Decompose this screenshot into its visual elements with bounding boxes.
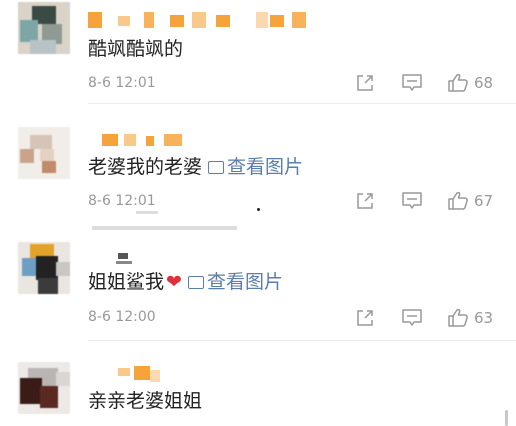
image-icon [208,161,225,174]
username-redacted[interactable] [88,132,318,148]
like-button[interactable]: 63 [447,307,493,329]
like-count: 67 [474,192,494,210]
avatar[interactable] [18,2,70,54]
view-image-label: 查看图片 [227,156,304,178]
view-image-label: 查看图片 [206,271,283,293]
action-bar: 67 [355,190,515,212]
repost-icon [357,310,373,326]
comment-button[interactable] [401,72,423,94]
scrollbar[interactable] [505,410,508,426]
timestamp-redaction [136,211,158,214]
comment-text: 酷飒酷飒的 [88,38,184,60]
repost-icon [357,193,373,209]
divider [88,103,516,104]
comment-text-content: 姐姐鲨我 [88,271,165,293]
comment-text: 老婆我的老婆 查看图片 [88,155,303,179]
comment-feed: 酷飒酷飒的 8-6 12:01 68 老婆我的老婆 查看图片 8-6 12:01… [0,0,516,426]
comment-icon [402,309,422,326]
divider [88,340,516,341]
action-bar: 63 [355,307,515,329]
repost-button[interactable] [355,307,375,329]
username-redacted[interactable] [88,12,318,28]
comment-button[interactable] [401,307,423,329]
timestamp: 8-6 12:01 [88,193,156,209]
comment-text-content: 老婆我的老婆 [88,156,203,178]
repost-button[interactable] [355,72,375,94]
comment-text: 亲亲老婆姐姐 [88,390,203,412]
like-button[interactable]: 67 [447,190,493,212]
action-bar: 68 [355,72,515,94]
timestamp: 8-6 12:00 [88,309,156,325]
comment-button[interactable] [401,190,423,212]
username-redacted[interactable] [88,366,318,382]
like-button[interactable]: 68 [447,72,493,94]
comment-icon [402,192,422,209]
thumbs-up-icon [448,191,468,210]
avatar[interactable] [18,127,70,179]
comment-icon [402,74,422,91]
repost-button[interactable] [355,190,375,212]
timestamp: 8-6 12:01 [88,75,156,91]
heart-emoji: ❤ [166,271,182,293]
repost-icon [357,75,373,91]
image-icon [187,276,204,289]
like-count: 63 [474,309,494,327]
like-count: 68 [474,74,494,92]
view-image-link[interactable]: 查看图片 [208,156,303,178]
username-redacted[interactable] [88,251,318,267]
avatar[interactable] [18,362,70,414]
thumbs-up-icon [448,73,468,92]
divider-redaction [92,226,237,230]
comment-text: 姐姐鲨我 ❤ 查看图片 [88,270,283,294]
avatar[interactable] [18,242,70,294]
view-image-link[interactable]: 查看图片 [187,271,283,293]
thumbs-up-icon [448,308,468,327]
stray-dot [257,208,260,211]
